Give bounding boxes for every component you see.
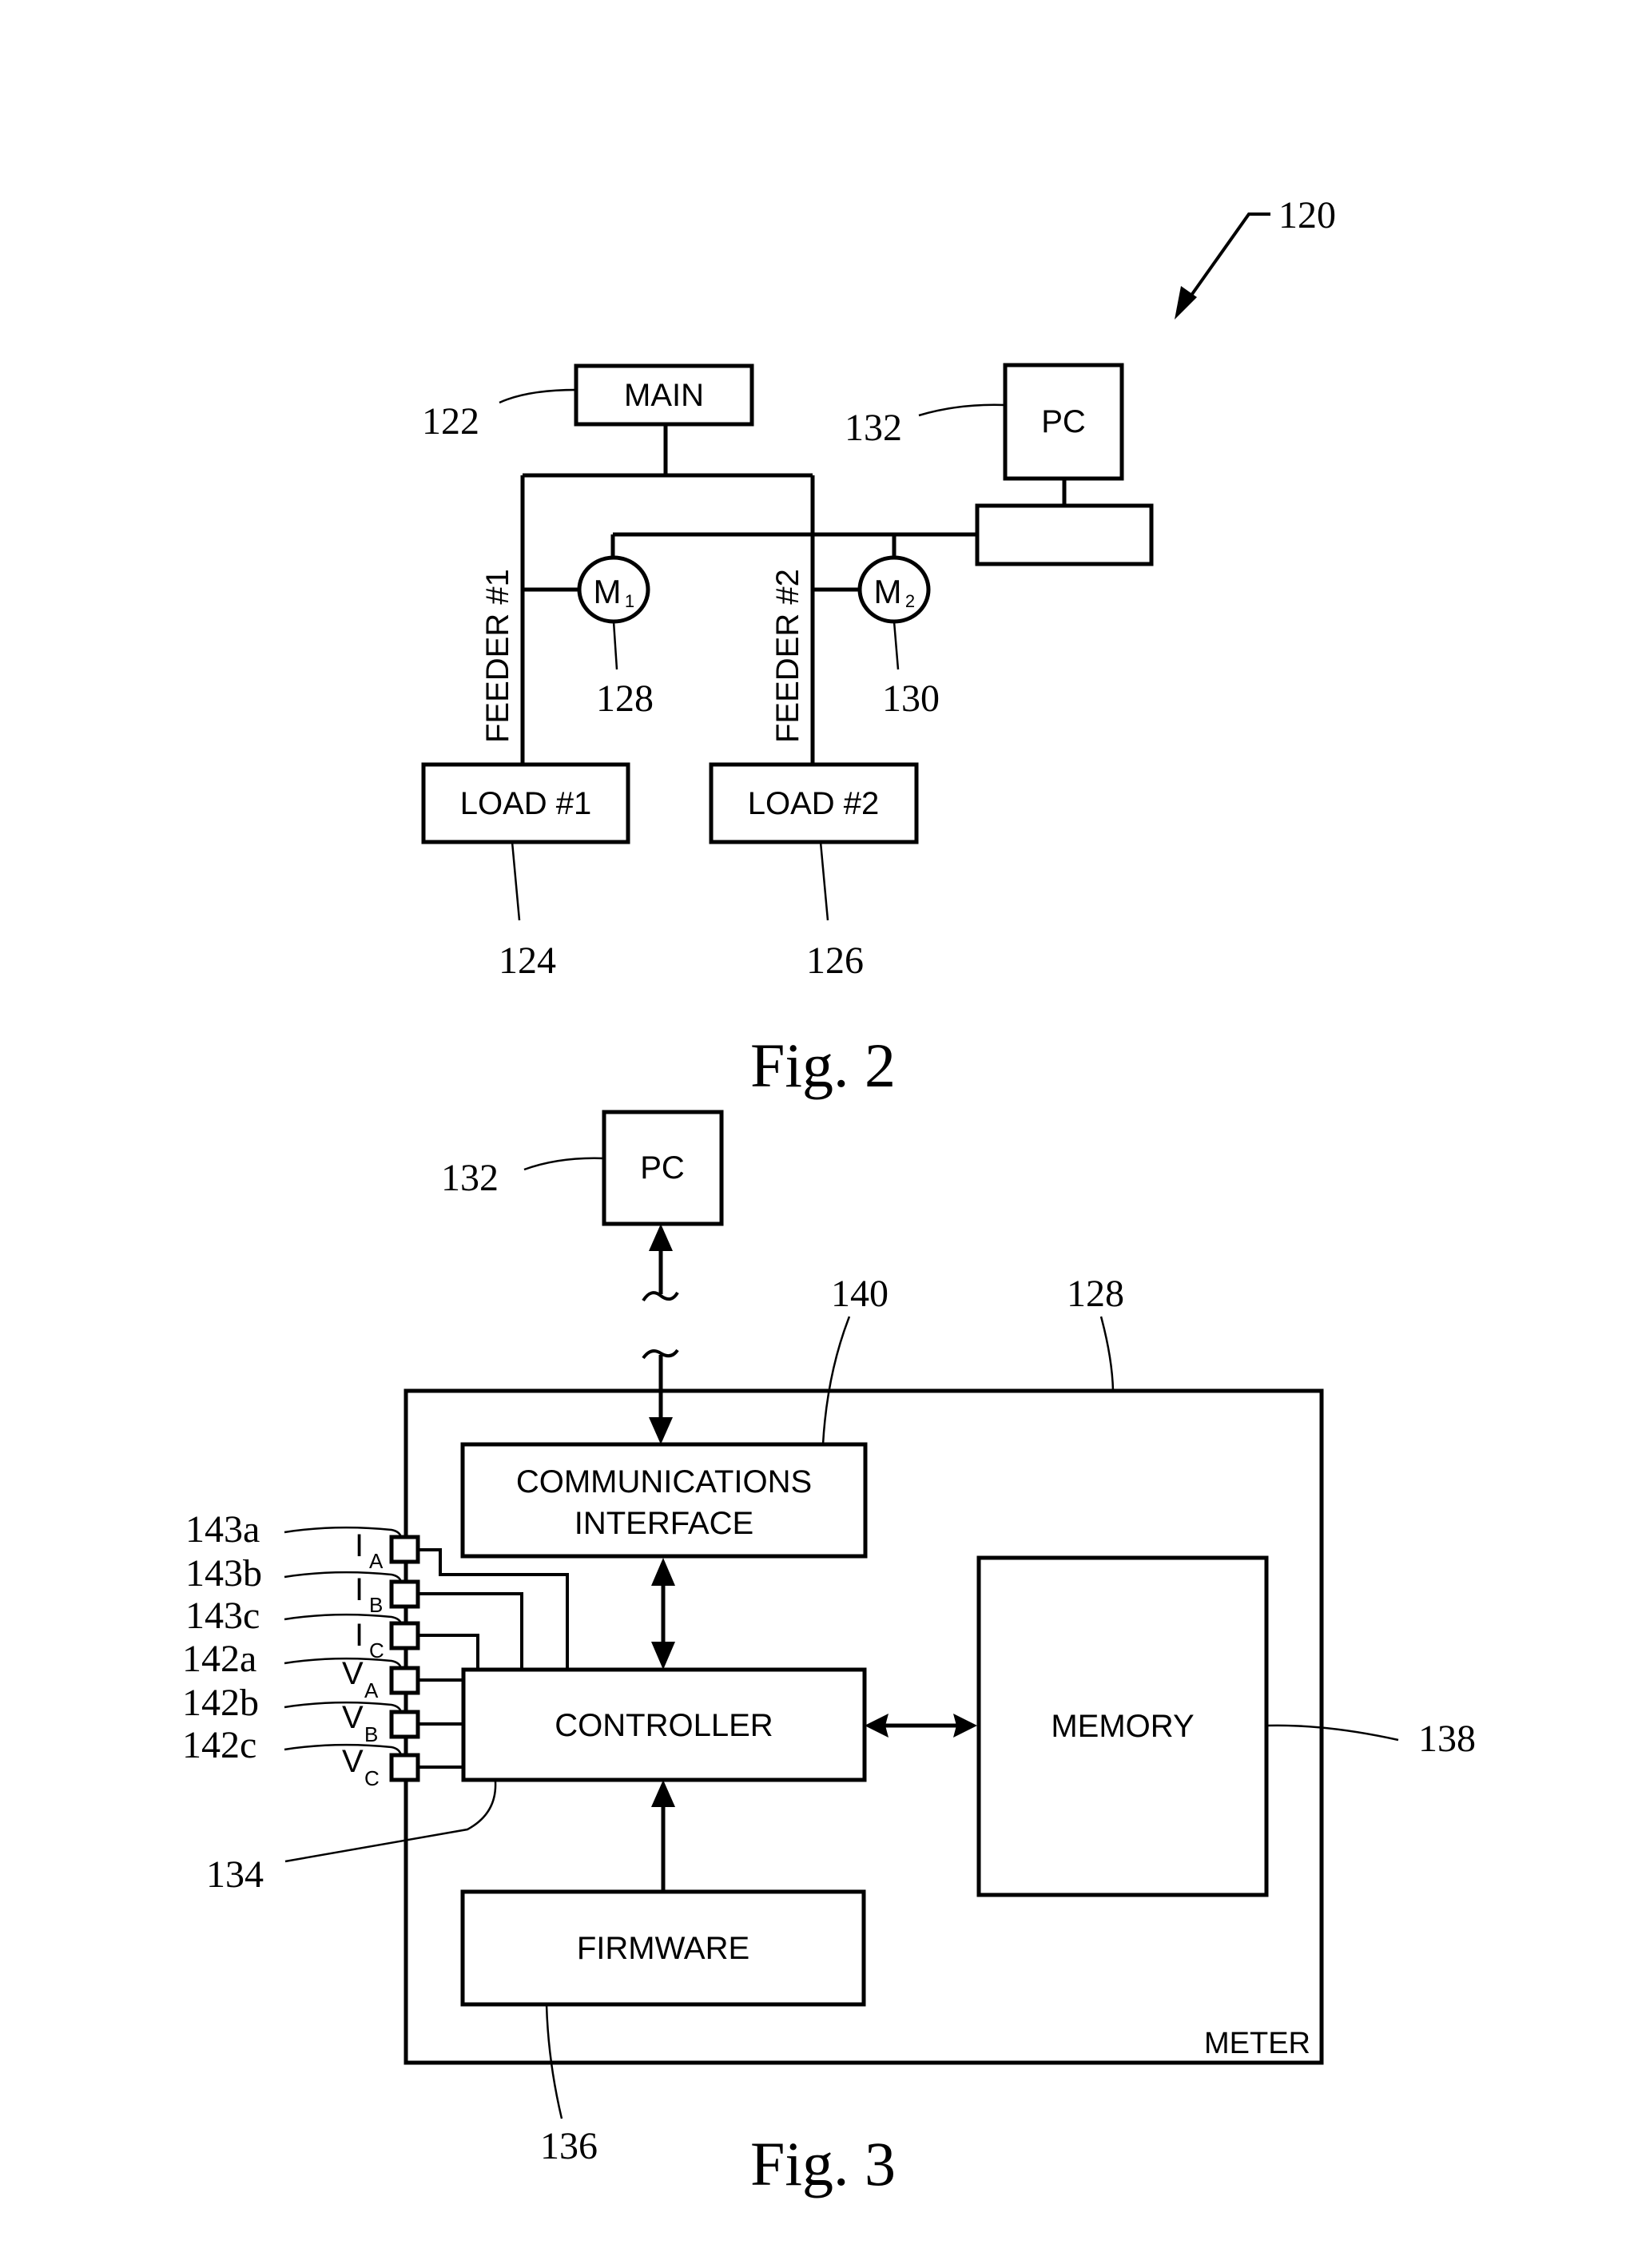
main-label: MAIN [624,378,704,413]
fig3-ref-label-132: 132 [441,1157,499,1199]
ref-label-138: 138 [1418,1718,1476,1760]
fig3-caption: Fig. 3 [750,2129,896,2198]
arrow-left-icon [865,1714,889,1738]
ref-label-142a: 142a [182,1638,256,1680]
terminal-vb-sub: B [364,1722,378,1746]
leader-143b [284,1571,403,1583]
firmware-label: FIRMWARE [577,1931,749,1966]
terminal-ib-sub: B [369,1593,383,1617]
meter-m1-symbol: M [594,573,622,610]
load-2-label: LOAD #2 [748,786,880,821]
terminal-vb-letter: V [342,1700,364,1735]
ref-label-132: 132 [845,407,902,449]
arrow-up-icon [649,1224,673,1251]
terminal-vc-letter: V [342,1744,364,1779]
comm-interface-line1: COMMUNICATIONS [516,1464,812,1499]
terminal-va [389,1666,420,1695]
wire-ic [418,1634,479,1670]
ref-label-143a: 143a [185,1508,260,1551]
leader-138 [1266,1724,1399,1742]
terminal-ic [389,1621,420,1650]
arrow-down-icon-2 [651,1642,675,1670]
terminal-ib [389,1579,420,1609]
ref-label-136: 136 [540,2125,598,2167]
ref-label-134: 134 [206,1853,264,1896]
meter-m1-subscript: 1 [625,591,634,611]
leader-130 [893,621,900,670]
terminal-va-sub: A [364,1678,379,1702]
arrow-down-icon [649,1417,673,1444]
ref-label-122: 122 [422,400,479,443]
meter-m2-subscript: 2 [905,591,915,611]
arrow-up-icon-2 [651,1558,675,1586]
network-interface-box [975,503,1154,566]
leader-143c [284,1613,403,1624]
fig3: PC 132 METER 128 COMMUNICATIONS INTERFAC… [182,1110,1476,2198]
meter-label: METER [1204,2027,1310,2060]
terminal-ib-letter: I [355,1572,364,1607]
controller-label: CONTROLLER [555,1708,773,1743]
leader-122 [499,388,577,404]
feeder-2-label: FEEDER #2 [770,569,805,743]
ref-label-126: 126 [806,939,864,982]
arrow-right-icon [953,1714,977,1738]
ref-label-120: 120 [1278,194,1336,236]
terminal-ia [389,1535,420,1564]
fig3-leader-132 [523,1157,605,1171]
terminal-ia-sub: A [369,1549,384,1573]
system-ref-120: 120 [1175,194,1336,320]
pc-label: PC [1041,404,1086,439]
terminal-vc [389,1753,420,1782]
ref-label-142c: 142c [182,1724,256,1766]
ref-label-142b: 142b [182,1682,259,1724]
ref-label-124: 124 [499,939,556,982]
leader-128 [612,621,618,670]
leader-134 [284,1781,497,1863]
fig2: 120 MAIN 122 PC 132 FEEDER #1 FEEDER #2 [421,194,1336,1100]
terminal-ic-letter: I [355,1618,364,1653]
leader-132 [918,403,1006,417]
wire-ia [418,1548,569,1670]
arrow-up-icon-3 [651,1780,675,1807]
terminal-ia-letter: I [355,1528,364,1563]
system-ref-leader [1185,213,1270,304]
wire-ib [418,1592,523,1670]
fig3-pc-label: PC [640,1150,685,1186]
meter-m2-symbol: M [874,573,902,610]
feeder-1-label: FEEDER #1 [480,569,515,743]
load-1-label: LOAD #1 [460,786,592,821]
patent-drawing-sheet: 120 MAIN 122 PC 132 FEEDER #1 FEEDER #2 [182,194,1476,2198]
ref-label-140: 140 [831,1273,889,1315]
leader-128-meter [1099,1316,1115,1392]
terminal-va-letter: V [342,1656,364,1691]
fig2-caption: Fig. 2 [750,1031,896,1100]
ref-label-128-meter: 128 [1067,1273,1124,1315]
ref-label-143b: 143b [185,1552,262,1595]
comm-interface-line2: INTERFACE [574,1506,753,1541]
memory-label: MEMORY [1051,1709,1194,1744]
leader-126 [819,841,829,921]
ref-label-130: 130 [882,677,940,720]
leader-143a [284,1526,403,1538]
terminal-vb [389,1710,420,1739]
leader-140 [821,1316,851,1445]
ref-label-143c: 143c [185,1595,260,1637]
terminal-vc-sub: C [364,1766,380,1790]
ref-label-128: 128 [596,677,654,720]
link-break-upper [642,1291,679,1302]
leader-124 [511,841,521,921]
